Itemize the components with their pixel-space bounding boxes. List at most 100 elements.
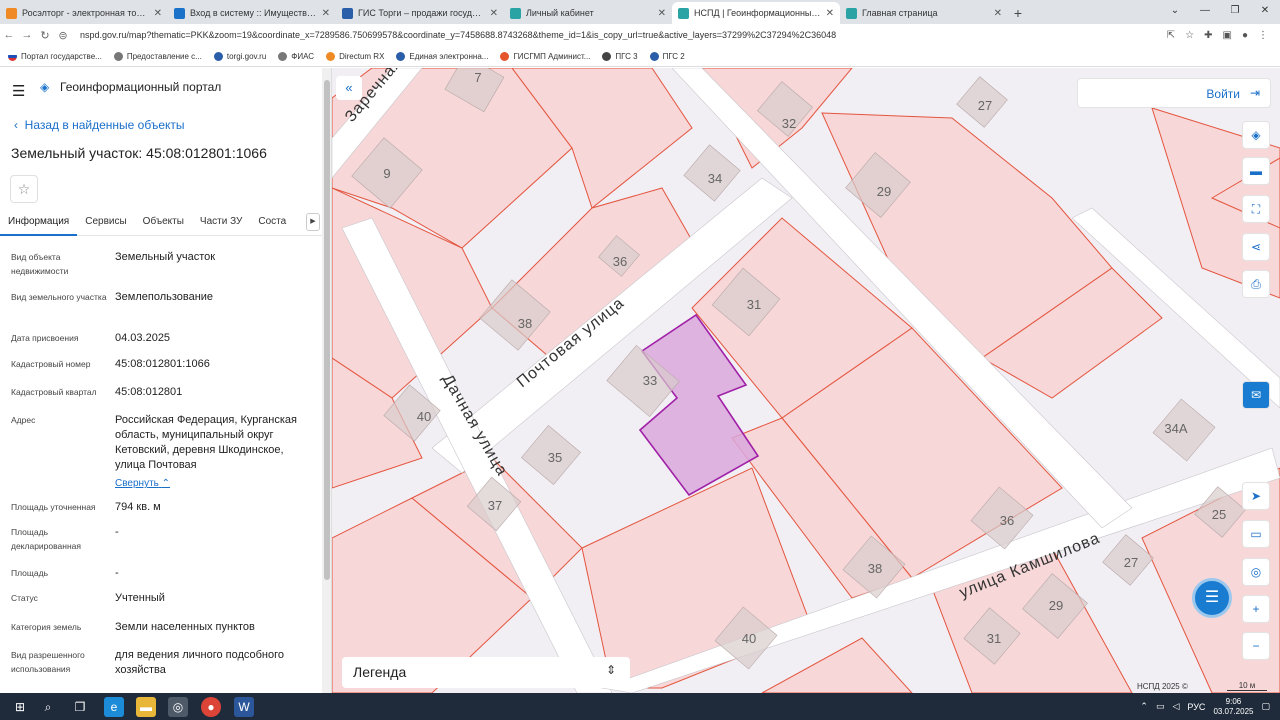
geolocation-icon[interactable]: ◎: [1242, 558, 1270, 586]
share-icon[interactable]: ⇱: [1167, 30, 1175, 41]
bookmark-item[interactable]: Портал государстве...: [8, 51, 102, 61]
directum-icon: [326, 51, 336, 61]
tab-favicon-icon: [342, 7, 353, 19]
layers-icon[interactable]: ◈: [1242, 121, 1270, 149]
login-button[interactable]: Войти ⇥: [1077, 78, 1271, 108]
window-controls: ⌄ — ❐ ✕: [1160, 0, 1280, 22]
globe-icon: [113, 51, 123, 61]
minimap-icon[interactable]: ▭: [1242, 520, 1270, 548]
new-tab-button[interactable]: +: [1008, 2, 1028, 24]
sidebar-icon[interactable]: ▣: [1223, 30, 1232, 41]
browser-tab[interactable]: Личный кабинет ✕: [504, 2, 672, 24]
favorite-star-icon[interactable]: ☆: [10, 175, 38, 203]
browser-tab-active[interactable]: НСПД | Геоинформационный п ✕: [672, 2, 840, 24]
windows-start-icon[interactable]: ⊞: [10, 697, 30, 717]
clock[interactable]: 9:06 03.07.2025: [1213, 697, 1253, 717]
word-icon[interactable]: W: [234, 697, 254, 717]
legend-dropdown[interactable]: Легенда ⇕: [342, 657, 630, 688]
back-to-results-link[interactable]: ‹ Назад в найденные объекты: [14, 118, 185, 132]
portal-header[interactable]: ◈ Геоинформационный портал: [40, 80, 221, 94]
login-label: Войти: [1206, 87, 1240, 101]
tab-search-icon[interactable]: ⌄: [1160, 0, 1190, 22]
cadastral-map[interactable]: 7 32 27 9 34 29 36 31 38 33 40 35 34А 37…: [332, 68, 1280, 693]
house-number: 27: [1124, 555, 1138, 570]
parcel: [761, 637, 913, 693]
house-number: 27: [978, 98, 992, 113]
locate-me-icon[interactable]: ➤: [1242, 482, 1270, 510]
tab-composition[interactable]: Соста: [250, 208, 294, 236]
close-tab-icon[interactable]: ✕: [658, 8, 666, 19]
bookmark-item[interactable]: ПГС 2: [649, 51, 685, 61]
tabs-scroll-right-icon[interactable]: ▶: [306, 213, 320, 231]
attribute-value: для ведения личного подсобного хозяйства: [115, 649, 285, 676]
edge-icon[interactable]: e: [104, 697, 124, 717]
panel-scrollbar[interactable]: [322, 68, 331, 693]
attribute-label: Площадь уточненная: [11, 502, 96, 512]
language-indicator[interactable]: РУС: [1187, 702, 1205, 712]
attribute-label: Вид разрешенного использования: [11, 650, 85, 674]
file-explorer-icon[interactable]: ▬: [136, 697, 156, 717]
bookmark-item[interactable]: torgi.gov.ru: [213, 51, 266, 61]
bookmark-item[interactable]: Единая электронна...: [396, 51, 488, 61]
bookmark-star-icon[interactable]: ☆: [1185, 30, 1194, 41]
map-canvas[interactable]: 7 32 27 9 34 29 36 31 38 33 40 35 34А 37…: [332, 68, 1280, 693]
area-select-icon[interactable]: ⛶: [1242, 195, 1270, 223]
chatbot-icon[interactable]: ✉: [1242, 381, 1270, 409]
url-field[interactable]: nspd.gov.ru/map?thematic=PKK&zoom=19&coo…: [80, 30, 1167, 40]
ruler-icon[interactable]: ▬: [1242, 157, 1270, 185]
attribute-label: Вид земельного участка: [11, 292, 107, 302]
volume-icon[interactable]: ◁: [1172, 701, 1179, 712]
close-tab-icon[interactable]: ✕: [994, 8, 1002, 19]
notifications-icon[interactable]: ▢: [1261, 701, 1270, 712]
minimize-icon[interactable]: —: [1190, 0, 1220, 22]
share-map-icon[interactable]: ⋖: [1242, 233, 1270, 261]
close-tab-icon[interactable]: ✕: [154, 8, 162, 19]
scrollbar-thumb[interactable]: [324, 80, 330, 580]
tab-parts[interactable]: Части ЗУ: [192, 208, 250, 236]
bookmark-item[interactable]: ГИСГМП Админист...: [500, 51, 590, 61]
tab-objects[interactable]: Объекты: [135, 208, 192, 236]
search-icon[interactable]: ⌕: [38, 697, 58, 717]
collapse-panel-button[interactable]: «: [336, 76, 362, 100]
bookmark-item[interactable]: Directum RX: [326, 51, 384, 61]
browser-tab[interactable]: Росэлторг - электронная торговая ✕: [0, 2, 168, 24]
tab-favicon-icon: [6, 7, 17, 19]
site-info-icon[interactable]: ⊜: [54, 29, 72, 42]
house-number: 7: [474, 70, 481, 85]
tab-title: Личный кабинет: [526, 8, 594, 18]
close-tab-icon[interactable]: ✕: [322, 8, 330, 19]
emblem-icon: [649, 51, 659, 61]
browser-tab[interactable]: Вход в систему :: Имущественн ✕: [168, 2, 336, 24]
restore-icon[interactable]: ❐: [1220, 0, 1250, 22]
tab-info[interactable]: Информация: [0, 208, 78, 236]
forward-icon[interactable]: →: [18, 29, 36, 41]
zoom-in-icon[interactable]: +: [1242, 595, 1270, 623]
collapse-address-link[interactable]: Свернуть ⌃: [115, 476, 310, 491]
bookmark-item[interactable]: ФИАС: [278, 51, 314, 61]
app-icon[interactable]: ◎: [168, 697, 188, 717]
chrome-icon[interactable]: ●: [201, 697, 221, 717]
bookmark-item[interactable]: ПГС 3: [602, 51, 638, 61]
profile-icon[interactable]: ●: [1242, 30, 1248, 41]
attribute-label: Дата присвоения: [11, 333, 79, 343]
back-icon[interactable]: ←: [0, 29, 18, 41]
close-tab-icon[interactable]: ✕: [490, 8, 498, 19]
os-taskbar: ⊞ ⌕ ❐ e ▬ ◎ ● W ⌃ ▭ ◁ РУС 9:06 03.07.2025…: [0, 693, 1280, 720]
network-icon[interactable]: ▭: [1156, 701, 1165, 712]
bookmark-item[interactable]: Предоставление с...: [113, 51, 202, 61]
tray-chevron-icon[interactable]: ⌃: [1140, 701, 1148, 712]
close-window-icon[interactable]: ✕: [1250, 0, 1280, 22]
parcels-layer: [332, 68, 1280, 693]
extensions-icon[interactable]: ✚: [1204, 30, 1212, 41]
hamburger-menu-icon[interactable]: ☰: [12, 82, 25, 100]
reload-icon[interactable]: ↻: [36, 29, 54, 42]
task-view-icon[interactable]: ❐: [70, 697, 90, 717]
browser-tab[interactable]: Главная страница ✕: [840, 2, 1008, 24]
menu-icon[interactable]: ⋮: [1258, 30, 1268, 41]
print-icon[interactable]: ⎙: [1242, 270, 1270, 298]
support-chat-button[interactable]: ☰: [1192, 578, 1232, 618]
close-tab-icon[interactable]: ✕: [826, 8, 834, 19]
zoom-out-icon[interactable]: −: [1242, 632, 1270, 660]
tab-services[interactable]: Сервисы: [77, 208, 134, 236]
browser-tab[interactable]: ГИС Торги – продажи государс ✕: [336, 2, 504, 24]
